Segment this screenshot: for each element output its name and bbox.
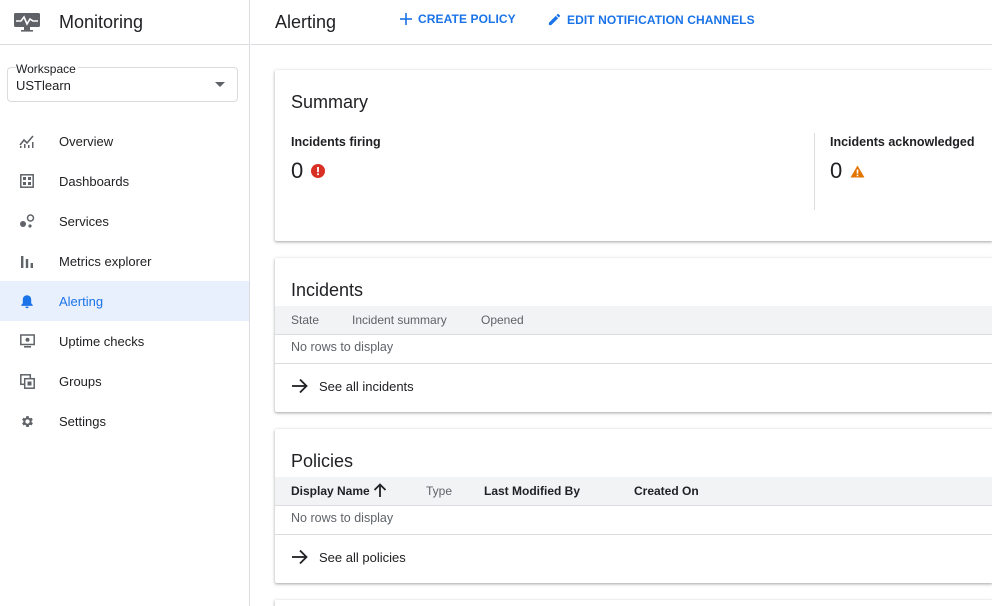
plus-icon — [400, 13, 412, 25]
sidebar-item-alerting[interactable]: Alerting — [0, 281, 249, 321]
workspace-value: USTlearn — [16, 78, 71, 93]
sidebar-item-overview[interactable]: Overview — [0, 121, 249, 161]
chart-line-icon — [19, 133, 35, 149]
sort-ascending-icon[interactable] — [373, 483, 387, 498]
sidebar-item-services[interactable]: Services — [0, 201, 249, 241]
bar-chart-icon — [19, 253, 35, 269]
chevron-down-icon — [215, 82, 225, 87]
incidents-acknowledged-metric: Incidents acknowledged 0 — [830, 135, 974, 184]
summary-title: Summary — [291, 92, 369, 112]
policies-table-header: Display Name Type Last Modified By Creat… — [275, 477, 992, 506]
pencil-icon — [548, 13, 561, 26]
policies-card: Policies Display Name Type Last Modified… — [275, 429, 992, 583]
brand-header: Monitoring — [0, 0, 249, 45]
policies-title: Policies — [291, 451, 354, 471]
column-header-last-modified-by[interactable]: Last Modified By — [484, 484, 580, 498]
sidebar-item-groups[interactable]: Groups — [0, 361, 249, 401]
arrow-right-icon — [292, 549, 308, 565]
dashboard-icon — [19, 173, 35, 189]
incidents-acknowledged-value: 0 — [830, 158, 843, 183]
sidebar-item-dashboards[interactable]: Dashboards — [0, 161, 249, 201]
sidebar-nav: Overview Dashboards Services Metrics exp… — [0, 121, 249, 441]
incidents-firing-label: Incidents firing — [291, 135, 381, 149]
column-header-type[interactable]: Type — [426, 484, 452, 498]
divider — [275, 363, 992, 364]
column-header-opened[interactable]: Opened — [481, 313, 524, 327]
column-header-incident-summary[interactable]: Incident summary — [352, 313, 447, 327]
groups-icon — [19, 373, 35, 389]
workspace-label: Workspace — [16, 62, 78, 76]
sidebar: Monitoring Workspace USTlearn Overview D… — [0, 0, 250, 606]
sidebar-item-label: Overview — [59, 133, 114, 149]
error-icon — [311, 164, 326, 178]
incidents-empty-message: No rows to display — [291, 340, 394, 354]
sidebar-item-uptime-checks[interactable]: Uptime checks — [0, 321, 249, 361]
sidebar-item-metrics-explorer[interactable]: Metrics explorer — [0, 241, 249, 281]
see-all-incidents-link[interactable]: See all incidents — [291, 378, 414, 394]
column-header-state[interactable]: State — [291, 313, 319, 327]
incidents-firing-value: 0 — [291, 158, 304, 183]
warning-icon — [850, 165, 865, 177]
arrow-right-icon — [292, 378, 308, 394]
see-all-incidents-label: See all incidents — [319, 378, 414, 394]
summary-divider — [814, 133, 815, 210]
monitor-icon — [19, 333, 35, 349]
sidebar-item-label: Uptime checks — [59, 333, 145, 349]
incidents-acknowledged-label: Incidents acknowledged — [830, 135, 975, 149]
services-icon — [19, 213, 35, 229]
gear-icon — [19, 413, 35, 429]
next-card-edge — [275, 600, 992, 606]
page-header: Alerting CREATE POLICY EDIT NOTIFICATION… — [251, 0, 992, 45]
incidents-title: Incidents — [291, 280, 364, 300]
bell-icon — [19, 293, 35, 309]
sidebar-item-label: Services — [59, 213, 109, 229]
sidebar-item-label: Settings — [59, 413, 106, 429]
sidebar-item-settings[interactable]: Settings — [0, 401, 249, 441]
create-policy-button[interactable]: CREATE POLICY — [399, 12, 516, 26]
sidebar-item-label: Metrics explorer — [59, 253, 152, 269]
sidebar-item-label: Groups — [59, 373, 102, 389]
incidents-table-header: State Incident summary Opened — [275, 306, 992, 335]
sidebar-item-label: Alerting — [59, 293, 104, 309]
sidebar-item-label: Dashboards — [59, 173, 130, 189]
workspace-select[interactable]: Workspace USTlearn — [7, 62, 238, 102]
incidents-card: Incidents State Incident summary Opened … — [275, 258, 992, 412]
edit-notification-channels-label: EDIT NOTIFICATION CHANNELS — [567, 12, 755, 27]
policies-empty-message: No rows to display — [291, 511, 394, 525]
app-title: Monitoring — [59, 11, 144, 32]
incidents-firing-metric: Incidents firing 0 — [291, 135, 381, 184]
summary-card: Summary Incidents firing 0 Incidents ack… — [275, 70, 992, 241]
column-header-created-on[interactable]: Created On — [634, 484, 699, 498]
column-header-display-name[interactable]: Display Name — [291, 484, 370, 498]
see-all-policies-link[interactable]: See all policies — [291, 549, 406, 565]
monitoring-logo-icon — [13, 12, 41, 32]
create-policy-label: CREATE POLICY — [418, 12, 516, 26]
see-all-policies-label: See all policies — [319, 549, 406, 565]
edit-notification-channels-button[interactable]: EDIT NOTIFICATION CHANNELS — [547, 12, 755, 27]
divider — [275, 534, 992, 535]
page-title: Alerting — [275, 11, 337, 32]
